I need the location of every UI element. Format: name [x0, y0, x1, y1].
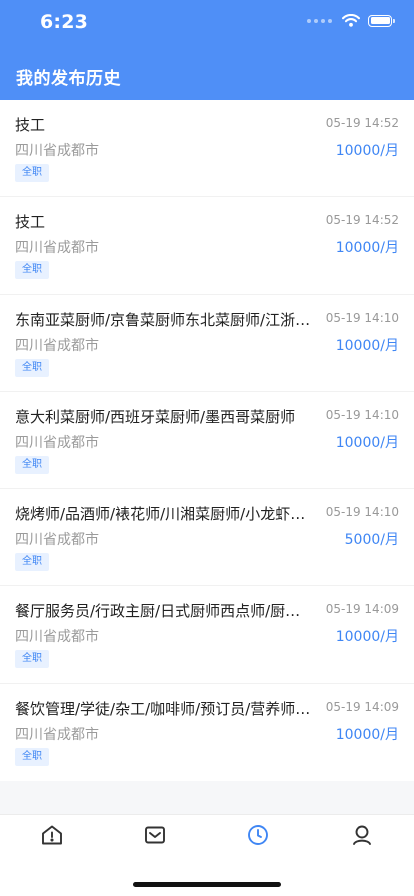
post-location: 四川省成都市 [15, 434, 99, 451]
clock-icon [248, 825, 268, 845]
job-type-badge: 全职 [15, 358, 49, 377]
post-time: 05-19 14:52 [325, 116, 399, 130]
list-item[interactable]: 技工 05-19 14:52 四川省成都市 10000/月 全职 [0, 197, 414, 295]
post-time: 05-19 14:52 [325, 213, 399, 228]
post-location: 四川省成都市 [15, 337, 99, 354]
job-type-badge: 全职 [15, 553, 49, 572]
status-icons [307, 14, 395, 27]
post-time: 05-19 14:10 [325, 310, 399, 325]
post-location: 四川省成都市 [15, 143, 99, 159]
job-type-badge: 全职 [15, 455, 49, 474]
post-time: 05-19 14:10 [325, 505, 399, 520]
post-location: 四川省成都市 [15, 726, 99, 743]
post-salary: 10000/月 [335, 629, 399, 646]
home-alert-icon [42, 825, 62, 845]
page-title: 我的发布历史 [16, 69, 121, 89]
header-bar: 6:23 我的发布历史 [0, 0, 414, 100]
post-salary: 10000/月 [335, 726, 399, 743]
home-indicator [133, 882, 281, 887]
post-salary: 10000/月 [335, 143, 399, 159]
job-type-badge: 全职 [15, 650, 49, 669]
list-item[interactable]: 烧烤师/品酒师/裱花师/川湘菜厨师/小龙虾厨师 05-19 14:10 四川省成… [0, 489, 414, 587]
post-time: 05-19 14:09 [325, 699, 399, 714]
post-location: 四川省成都市 [15, 240, 99, 257]
post-title: 餐厅服务员/行政主厨/日式厨师西点师/厨师长 [15, 602, 311, 621]
tab-profile[interactable] [350, 823, 374, 847]
tab-home[interactable] [40, 823, 64, 847]
post-title: 餐饮管理/学徒/杂工/咖啡师/预订员/营养师/面点师 [15, 699, 311, 718]
mail-icon [145, 826, 165, 844]
job-type-badge: 全职 [15, 164, 49, 182]
post-location: 四川省成都市 [15, 629, 99, 646]
post-salary: 10000/月 [335, 240, 399, 257]
post-location: 四川省成都市 [15, 532, 99, 549]
post-time: 05-19 14:09 [325, 602, 399, 617]
post-salary: 10000/月 [335, 337, 399, 354]
list-item[interactable]: 技工 05-19 14:52 四川省成都市 10000/月 全职 [0, 100, 414, 198]
list-item[interactable]: 东南亚菜厨师/京鲁菜厨师东北菜厨师/江浙菜厨师 05-19 14:10 四川省成… [0, 295, 414, 392]
post-title: 技工 [15, 213, 46, 232]
tab-messages[interactable] [143, 823, 167, 847]
job-type-badge: 全职 [15, 261, 49, 280]
wifi-icon [342, 14, 360, 27]
user-icon [353, 825, 371, 845]
post-title: 技工 [15, 116, 46, 134]
job-type-badge: 全职 [15, 747, 49, 766]
post-list: 技工 05-19 14:52 四川省成都市 10000/月 全职 技工 05-1… [0, 100, 414, 782]
post-salary: 10000/月 [335, 434, 399, 451]
post-title: 意大利菜厨师/西班牙菜厨师/墨西哥菜厨师 [15, 407, 296, 426]
post-title: 东南亚菜厨师/京鲁菜厨师东北菜厨师/江浙菜厨师 [15, 310, 311, 329]
list-item[interactable]: 餐厅服务员/行政主厨/日式厨师西点师/厨师长 05-19 14:09 四川省成都… [0, 586, 414, 684]
list-item[interactable]: 意大利菜厨师/西班牙菜厨师/墨西哥菜厨师 05-19 14:10 四川省成都市 … [0, 392, 414, 490]
post-salary: 5000/月 [344, 532, 399, 549]
signal-dots-icon [307, 18, 332, 23]
tab-history[interactable] [246, 823, 270, 847]
status-time: 6:23 [40, 11, 89, 33]
post-title: 烧烤师/品酒师/裱花师/川湘菜厨师/小龙虾厨师 [15, 505, 311, 524]
list-item[interactable]: 餐饮管理/学徒/杂工/咖啡师/预订员/营养师/面点师 05-19 14:09 四… [0, 684, 414, 781]
post-time: 05-19 14:10 [325, 407, 399, 422]
battery-icon [368, 14, 395, 27]
